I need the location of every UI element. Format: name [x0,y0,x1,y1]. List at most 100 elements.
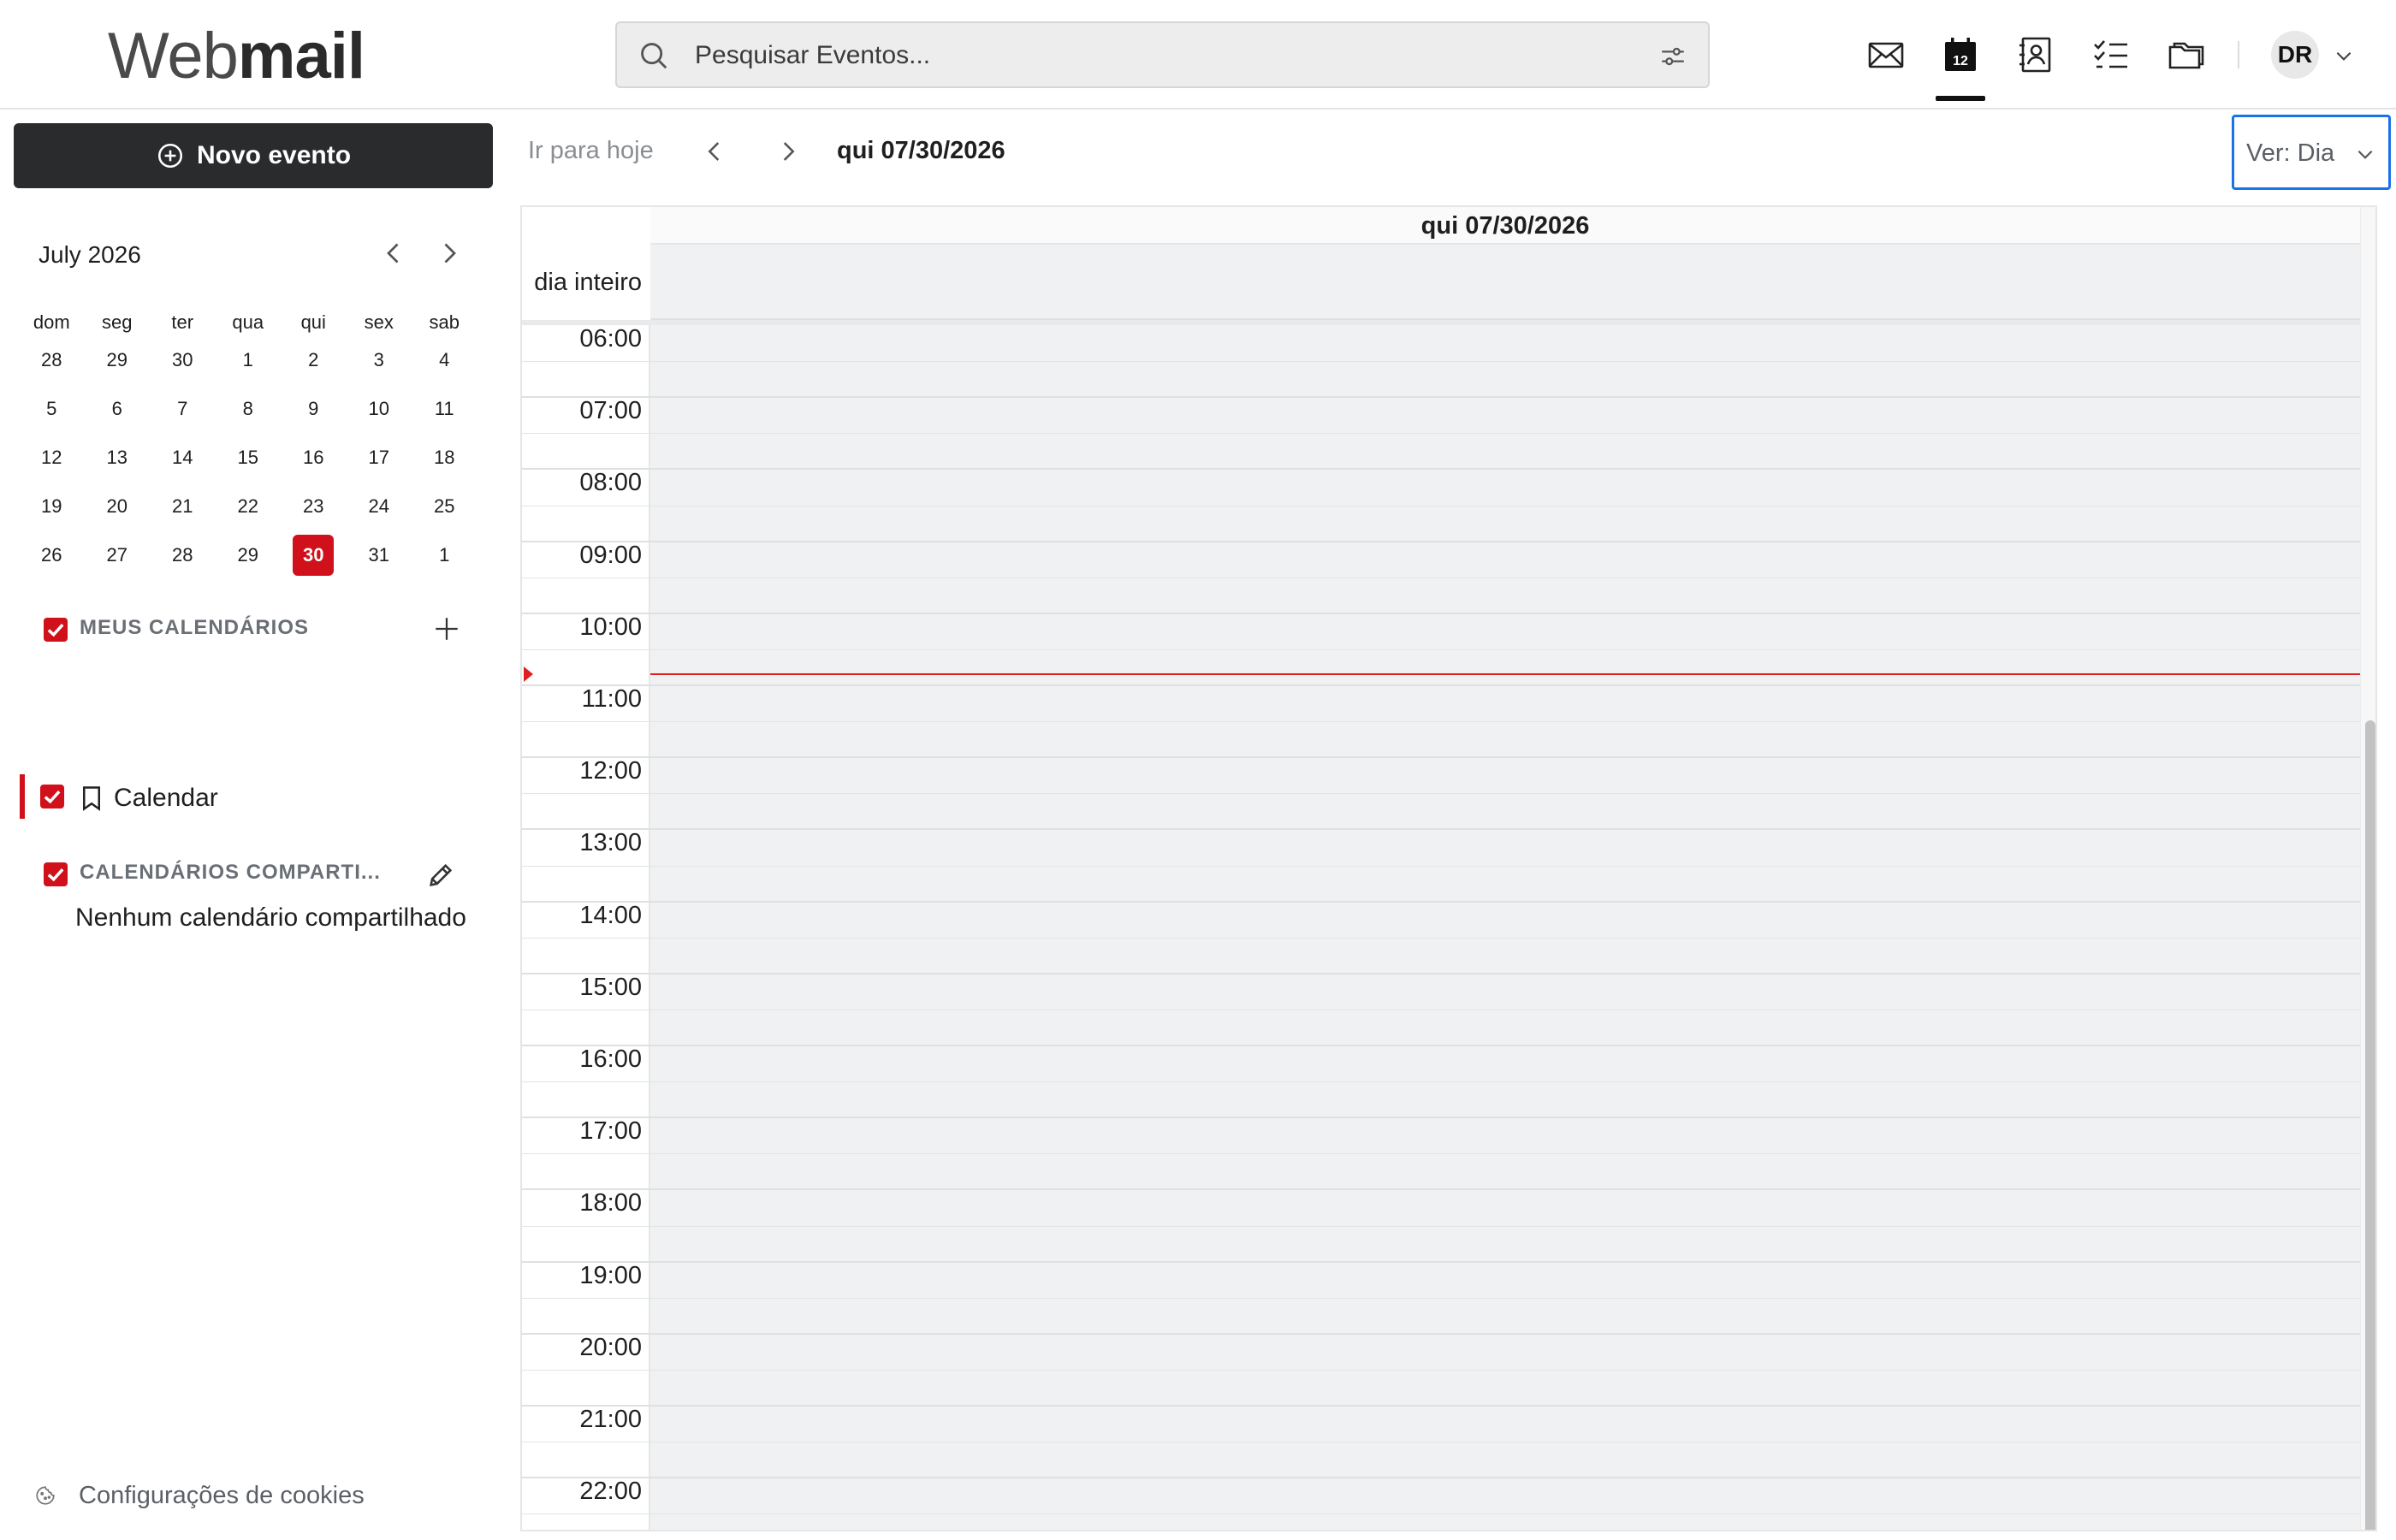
mini-calendar-day[interactable]: 23 [281,482,347,530]
hour-gridline [522,1045,2360,1046]
hour-gridline [522,468,2360,471]
mini-calendar-day[interactable]: 1 [216,335,282,384]
hour-label: 10:00 [579,613,642,641]
mini-calendar-day[interactable]: 30 [150,335,216,384]
mini-calendar-day[interactable]: 31 [347,530,412,579]
mini-calendar-day[interactable]: 4 [412,335,477,384]
header-divider [2238,41,2239,68]
pencil-icon[interactable] [426,861,455,890]
hour-label: 13:00 [579,829,642,857]
mini-calendar-day[interactable]: 7 [150,384,216,433]
search-input[interactable]: Pesquisar Eventos... [695,41,930,70]
contacts-icon[interactable] [2015,34,2056,75]
day-view-grid: qui 07/30/2026 dia inteiro 06:00 07:00 08:… [520,205,2377,1531]
chevron-right-icon[interactable] [434,238,465,269]
filter-icon[interactable] [1658,42,1687,71]
mini-calendar-day[interactable]: 28 [150,530,216,579]
cookie-settings-link[interactable]: Configurações de cookies [79,1482,365,1510]
time-slots[interactable] [650,325,2360,1530]
chevron-down-icon[interactable] [2333,44,2355,67]
half-hour-gridline [522,1369,2360,1371]
add-calendar-icon[interactable] [432,614,461,643]
hour-label: 14:00 [579,901,642,929]
mini-calendar-day[interactable]: 22 [216,482,282,530]
shared-calendars-checkbox[interactable] [44,862,68,886]
shared-calendars-label: CALENDÁRIOS COMPARTI... [80,861,381,884]
half-hour-gridline [522,433,2360,435]
mini-calendar-day[interactable]: 13 [85,433,151,482]
mini-calendar-day[interactable]: 9 [281,384,347,433]
go-to-today-button[interactable]: Ir para hoje [528,137,654,165]
mini-calendar-day[interactable]: 27 [85,530,151,579]
mini-calendar-day[interactable]: 1 [412,530,477,579]
mini-calendar-day[interactable]: 29 [216,530,282,579]
chevron-left-icon[interactable] [700,137,729,166]
webmail-logo[interactable]: Webmail [108,21,365,92]
plus-circle-icon [157,143,183,169]
mini-calendar-day[interactable]: 11 [412,384,477,433]
hour-label: 07:00 [579,397,642,425]
my-calendars-checkbox[interactable] [44,618,68,642]
mini-calendar-day[interactable]: 16 [281,433,347,482]
half-hour-gridline [522,1153,2360,1155]
mini-calendar-day[interactable]: 14 [150,433,216,482]
files-icon[interactable] [2166,34,2207,75]
mini-calendar-day[interactable]: 3 [347,335,412,384]
mail-icon[interactable] [1865,34,1907,75]
hour-gridline [522,1477,2360,1479]
mini-calendar-week: 12 13 14 15 16 17 18 [19,433,488,482]
svg-text:12: 12 [1953,54,1968,68]
mini-calendar-day[interactable]: 10 [347,384,412,433]
all-day-cell[interactable] [650,245,2360,320]
chevron-right-icon[interactable] [774,137,803,166]
mini-calendar-day[interactable]: 2 [281,335,347,384]
half-hour-gridline [522,1297,2360,1299]
mini-calendar-day[interactable]: 19 [19,482,85,530]
day-column-header: qui 07/30/2026 [650,207,2360,245]
mini-calendar-day[interactable]: 20 [85,482,151,530]
mini-calendar-day[interactable]: 29 [85,335,151,384]
mini-calendar-day[interactable]: 8 [216,384,282,433]
user-avatar[interactable]: DR [2271,31,2319,79]
hour-gridline [522,1188,2360,1191]
mini-calendar-day[interactable]: 26 [19,530,85,579]
hour-gridline [522,396,2360,399]
scrollbar-thumb[interactable] [2365,720,2375,1530]
mini-calendar-day[interactable]: 17 [347,433,412,482]
hour-gridline [522,612,2360,614]
view-select[interactable]: Ver: Dia [2232,115,2391,190]
hour-label: 15:00 [579,973,642,1001]
mini-calendar-day[interactable]: 18 [412,433,477,482]
mini-calendar-day[interactable]: 24 [347,482,412,530]
mini-calendar-day[interactable]: 21 [150,482,216,530]
calendar-icon[interactable]: 12 [1940,34,1981,75]
weekday-header: qui [300,311,326,333]
mini-calendar-today[interactable]: 30 [281,530,347,579]
mini-calendar-days: 28 29 30 1 2 3 4 5 6 7 8 9 10 11 12 13 14 15 16 17 18 19 20 21 2… [19,335,488,579]
calendar-item-label[interactable]: Calendar [114,784,218,813]
my-calendars-label: MEUS CALENDÁRIOS [80,616,310,639]
mini-calendar-day[interactable]: 5 [19,384,85,433]
mini-calendar-day[interactable]: 28 [19,335,85,384]
calendar-checkbox[interactable] [40,785,64,808]
hour-gridline [522,1332,2360,1335]
bookmark-icon [83,786,100,811]
mini-calendar-day[interactable]: 25 [412,482,477,530]
hour-gridline [522,1116,2360,1119]
mini-calendar: dom seg ter qua qui sex sab 28 29 30 1 2 3 4 5 6 7 8 9 10 1… [19,310,488,579]
new-event-button[interactable]: Novo evento [14,123,493,188]
new-event-label: Novo evento [196,141,352,169]
mini-calendar-day[interactable]: 12 [19,433,85,482]
hour-label: 08:00 [579,469,642,497]
chevron-left-icon[interactable] [378,238,409,269]
cookie-icon [36,1486,55,1505]
check-icon [47,868,64,882]
hour-gridline [522,540,2360,542]
logo-light-text: Web [108,20,239,92]
tasks-icon[interactable] [2091,34,2132,75]
search-bar[interactable]: Pesquisar Eventos... [615,21,1710,88]
half-hour-gridline [522,361,2360,363]
mini-calendar-week: 19 20 21 22 23 24 25 [19,482,488,530]
mini-calendar-day[interactable]: 6 [85,384,151,433]
mini-calendar-day[interactable]: 15 [216,433,282,482]
